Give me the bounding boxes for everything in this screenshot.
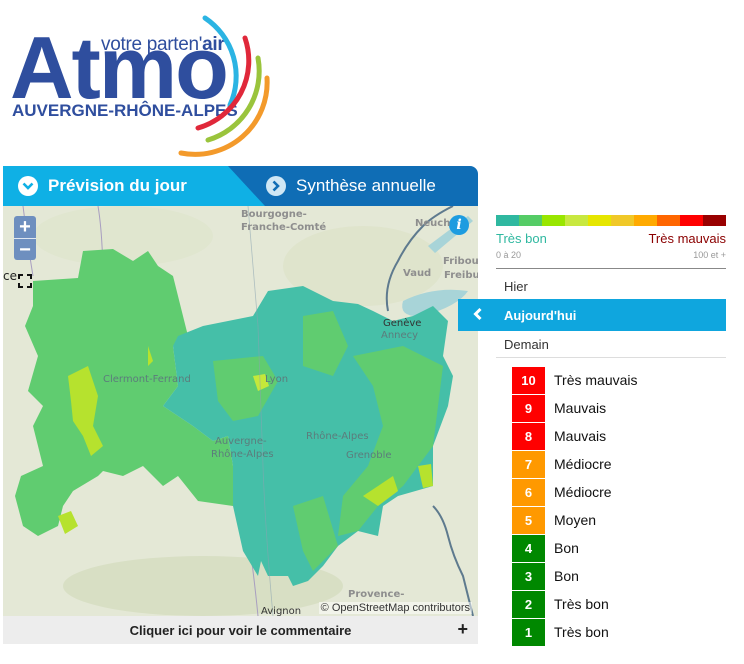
index-label: Mauvais [554, 428, 607, 444]
atmo-logo[interactable]: votre parten'air Atmo AUVERGNE-RHÔNE-ALP… [0, 0, 290, 160]
comment-toggle-label: Cliquer ici pour voir le commentaire [129, 622, 352, 638]
index-row: 2 Très bon [512, 590, 638, 618]
scale-high-range: 100 et + [693, 250, 726, 260]
index-row: 5 Moyen [512, 506, 638, 534]
scale-segment [680, 215, 703, 226]
place-label: Auvergne- [215, 436, 267, 447]
scale-segment [657, 215, 680, 226]
index-badge: 10 [512, 366, 545, 394]
index-badge: 4 [512, 534, 545, 562]
place-label: Vaud [403, 268, 432, 279]
scale-segment [565, 215, 588, 226]
day-item-demain[interactable]: Demain [458, 331, 726, 357]
day-label: Hier [504, 278, 528, 294]
scale-segment [703, 215, 726, 226]
comment-toggle-bar[interactable]: Cliquer ici pour voir le commentaire + [3, 616, 478, 644]
place-label: Bourgogne- [241, 209, 307, 220]
logo-arcs-icon [178, 15, 270, 157]
index-label: Médiocre [554, 484, 612, 500]
chevron-down-circle-icon [18, 176, 38, 196]
tab-label: Prévision du jour [48, 176, 187, 195]
place-label: Annecy [381, 330, 419, 341]
scale-segment [542, 215, 565, 226]
scale-high-label: Très mauvais [648, 231, 726, 246]
index-badge: 7 [512, 450, 545, 478]
index-row: 3 Bon [512, 562, 638, 590]
index-row: 4 Bon [512, 534, 638, 562]
index-row: 7 Médiocre [512, 450, 638, 478]
tab-bar: Prévision du jour Synthèse annuelle [3, 166, 478, 206]
place-label: Grenoble [346, 450, 392, 461]
scale-low-label: Très bon [496, 231, 547, 246]
chevron-left-icon [473, 307, 483, 324]
index-badge: 8 [512, 422, 545, 450]
map-panel: Prévision du jour Synthèse annuelle + − … [3, 166, 478, 646]
place-label: Rhône-Alpes [306, 431, 369, 442]
index-badge: 3 [512, 562, 545, 590]
index-label: Médiocre [554, 456, 612, 472]
atmo-index-scale: 10 Très mauvais 9 Mauvais 8 Mauvais 7 Médioc… [512, 366, 638, 646]
tab-prevision-du-jour[interactable]: Prévision du jour [3, 166, 265, 206]
scale-segment [496, 215, 519, 226]
tab-synthese-annuelle[interactable]: Synthèse annuelle [258, 166, 478, 206]
chevron-right-circle-icon [266, 176, 286, 196]
day-item-hier[interactable]: Hier [458, 273, 726, 299]
index-badge: 2 [512, 590, 545, 618]
day-divider [496, 357, 726, 358]
zoom-control: + − [14, 216, 36, 260]
scale-segment [588, 215, 611, 226]
zoom-out-button[interactable]: − [14, 238, 36, 260]
scale-segment [611, 215, 634, 226]
index-label: Très bon [554, 596, 609, 612]
index-label: Très bon [554, 624, 609, 640]
air-quality-color-scale [496, 215, 726, 226]
air-quality-map[interactable]: + − ce i Bourgogne- Franche-Comté Neuch … [3, 206, 478, 616]
scale-segment [519, 215, 542, 226]
map-edge-label: ce [3, 269, 17, 283]
place-label: Lyon [265, 374, 289, 385]
index-row: 1 Très bon [512, 618, 638, 646]
index-label: Bon [554, 540, 579, 556]
place-label: Genève [383, 318, 422, 329]
day-selector: Hier Aujourd'hui Demain [458, 273, 726, 358]
place-label: Neuch [415, 218, 451, 229]
plus-icon: + [457, 619, 468, 639]
place-label: Rhône-Alpes [211, 449, 274, 460]
place-label: Provence- [348, 589, 405, 600]
index-row: 6 Médiocre [512, 478, 638, 506]
index-label: Bon [554, 568, 579, 584]
index-label: Très mauvais [554, 372, 638, 388]
scale-low-range: 0 à 20 [496, 250, 522, 260]
legend-divider [496, 268, 726, 269]
index-row: 9 Mauvais [512, 394, 638, 422]
map-attribution[interactable]: © OpenStreetMap contributors [318, 602, 472, 614]
place-label: Franche-Comté [241, 222, 327, 233]
index-badge: 6 [512, 478, 545, 506]
fullscreen-icon[interactable] [18, 274, 32, 288]
place-label: Avignon [261, 606, 302, 616]
index-label: Moyen [554, 512, 597, 528]
place-label: Fribour [443, 256, 478, 267]
index-row: 8 Mauvais [512, 422, 638, 450]
info-button[interactable]: i [449, 215, 469, 235]
scale-segment [634, 215, 657, 226]
index-row: 10 Très mauvais [512, 366, 638, 394]
zoom-in-button[interactable]: + [14, 216, 36, 238]
index-badge: 5 [512, 506, 545, 534]
index-badge: 9 [512, 394, 545, 422]
day-label: Demain [504, 336, 549, 352]
index-badge: 1 [512, 618, 545, 646]
index-label: Mauvais [554, 400, 607, 416]
tab-label: Synthèse annuelle [296, 176, 436, 195]
place-label: Clermont-Ferrand [103, 374, 191, 385]
day-item-aujourdhui[interactable]: Aujourd'hui [458, 299, 726, 331]
day-label: Aujourd'hui [504, 307, 577, 323]
